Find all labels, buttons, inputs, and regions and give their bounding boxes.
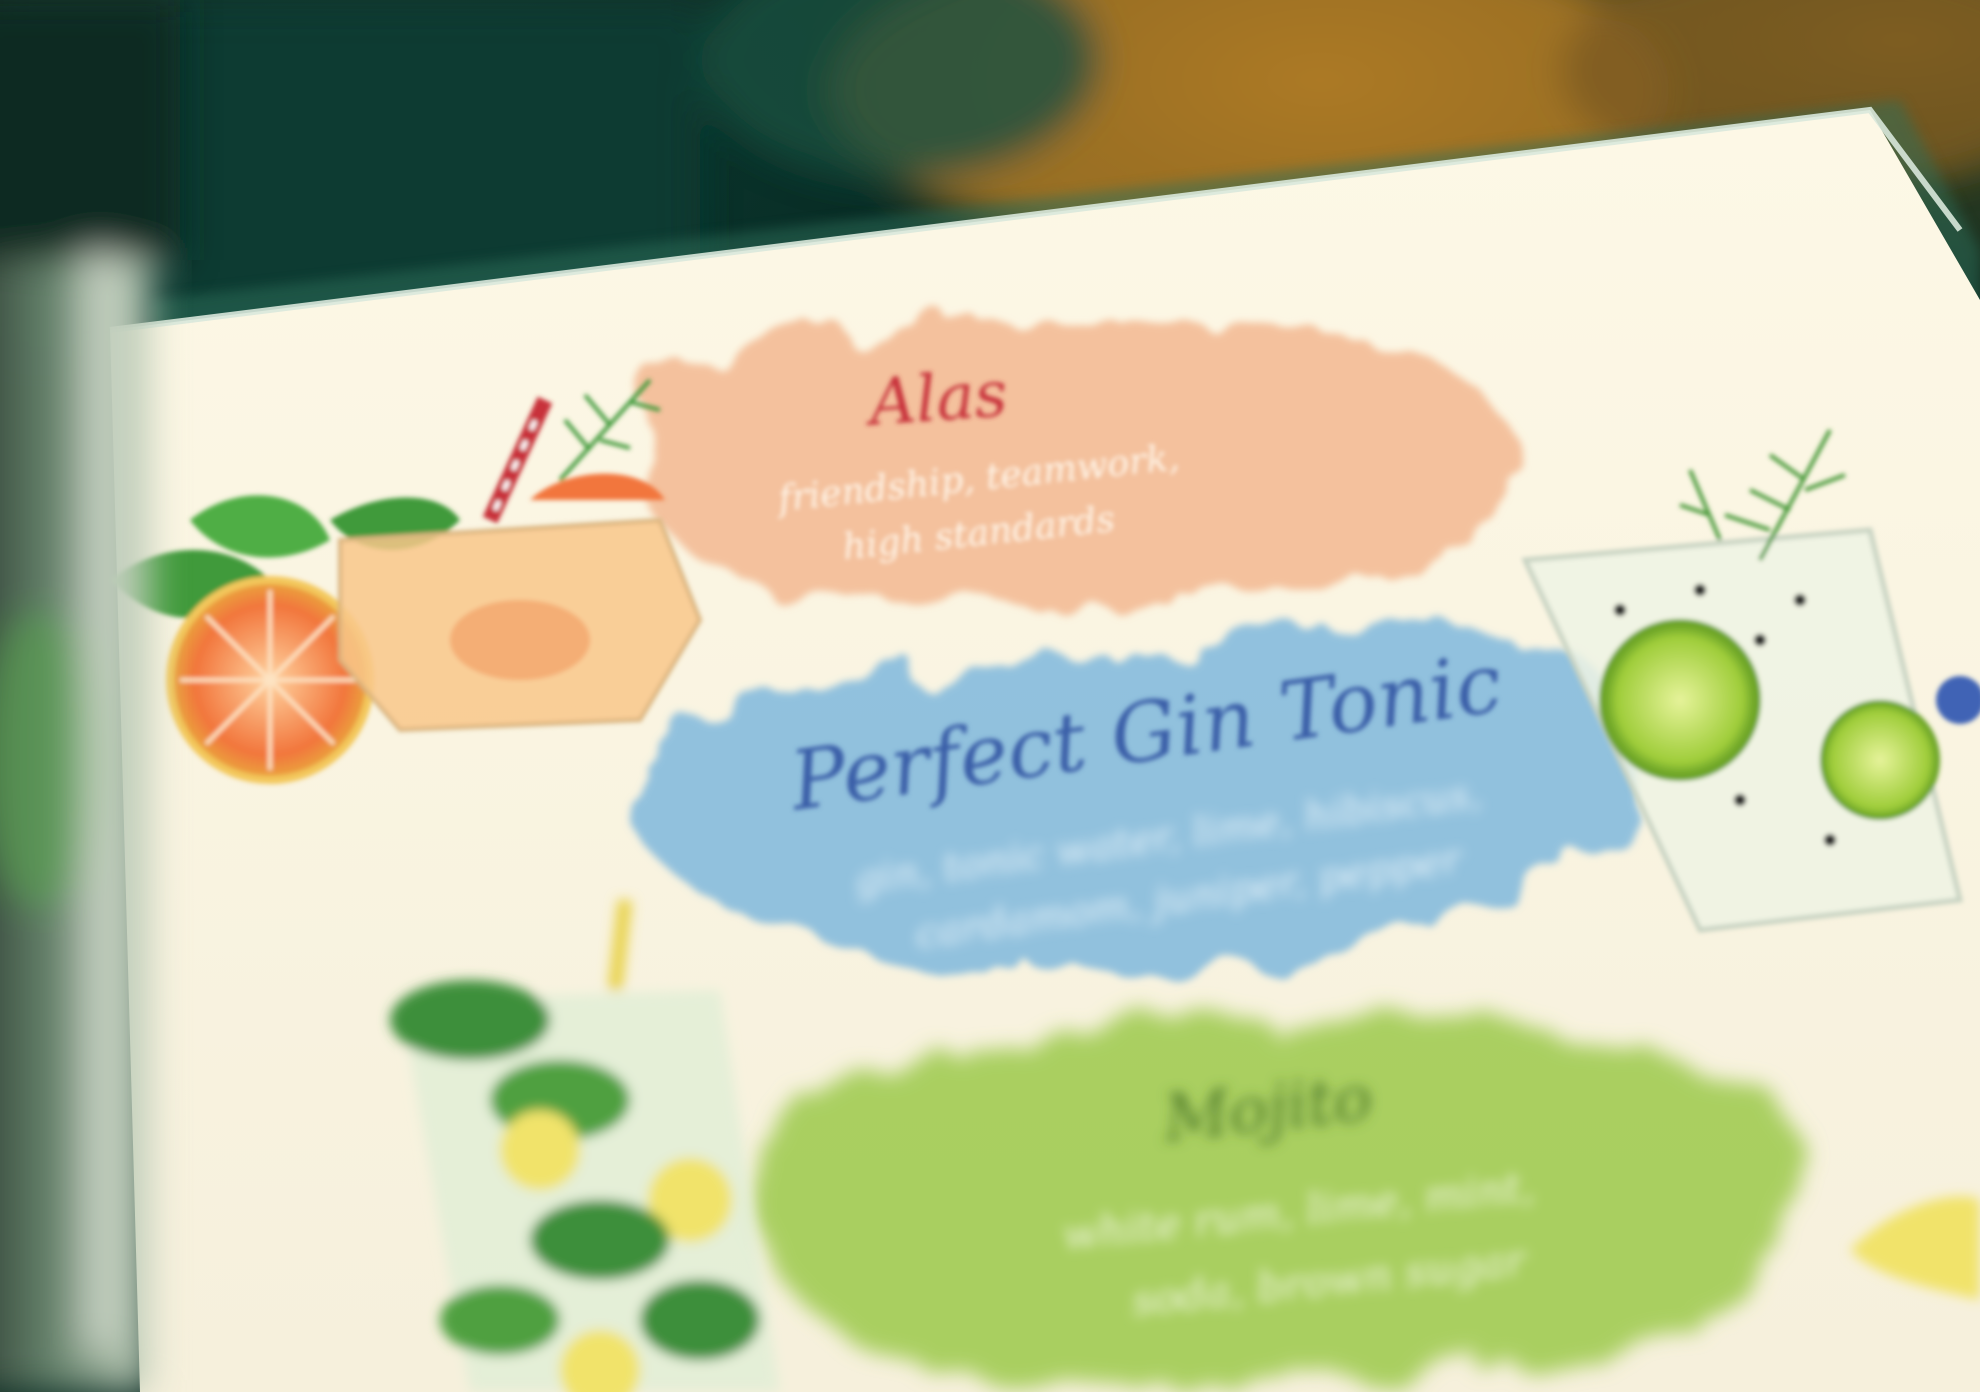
photo-scene: Alas friendship, teamwork, high standard… — [0, 0, 1980, 1392]
alas-title: Alas — [862, 357, 1010, 441]
scene-svg: Alas friendship, teamwork, high standard… — [0, 0, 1980, 1392]
